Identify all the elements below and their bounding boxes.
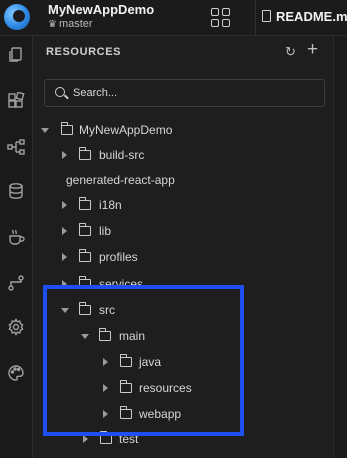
tree-item-label: MyNewAppDemo (79, 123, 173, 137)
tree-item-mynewappdemo[interactable]: MyNewAppDemo (33, 118, 333, 144)
activity-bar (0, 36, 33, 458)
files-icon[interactable] (7, 46, 25, 64)
folder-icon (79, 197, 91, 210)
folder-icon (61, 122, 73, 135)
folder-icon (79, 147, 91, 160)
title-bar: MyNewAppDemo ♛ master README.m (0, 0, 347, 36)
database-icon[interactable] (7, 182, 25, 200)
chevron-right-icon[interactable] (62, 201, 67, 209)
folder-icon (79, 223, 91, 236)
highlight-box (43, 285, 244, 436)
apps-grid-button[interactable] (211, 8, 231, 28)
chevron-right-icon[interactable] (62, 151, 67, 159)
tree-item-profiles[interactable]: profiles (33, 245, 333, 271)
search-box (44, 79, 325, 107)
refresh-icon[interactable]: ↻ (285, 44, 296, 60)
add-resource-button[interactable]: + (307, 40, 318, 59)
tree-item-label: i18n (99, 198, 122, 212)
panel-title: RESOURCES (46, 46, 122, 58)
chevron-right-icon[interactable] (62, 227, 67, 235)
tab-divider (255, 0, 256, 36)
tree-item-label: lib (99, 224, 112, 238)
folder-icon (79, 249, 91, 262)
file-icon (262, 10, 271, 22)
editor-gutter (334, 36, 347, 458)
coffee-icon[interactable] (7, 228, 25, 246)
editor-tab-label: README.m (276, 9, 347, 24)
palette-icon[interactable] (7, 364, 25, 382)
blocks-icon[interactable] (7, 92, 25, 110)
chevron-right-icon[interactable] (83, 435, 88, 443)
tree-item-i18n[interactable]: i18n (33, 193, 333, 219)
tree-item-lib[interactable]: lib (33, 219, 333, 245)
search-input[interactable] (73, 84, 313, 102)
branch-label: master (58, 18, 93, 30)
tree-item-label: profiles (99, 250, 138, 264)
search-icon (55, 87, 65, 97)
gear-icon[interactable] (7, 318, 25, 336)
crown-icon: ♛ (48, 19, 57, 30)
chevron-right-icon[interactable] (62, 253, 67, 261)
flow-icon[interactable] (7, 274, 25, 292)
app-title: MyNewAppDemo (48, 2, 155, 17)
branch-indicator[interactable]: ♛ master (48, 18, 93, 30)
chevron-down-icon[interactable] (41, 128, 49, 133)
app-logo-icon (4, 4, 30, 30)
tree-item-generated-react-app[interactable]: generated-react-app (33, 168, 333, 194)
tree-item-label: generated-react-app (66, 173, 175, 187)
tree-item-build-src[interactable]: build-src (33, 143, 333, 169)
tree-item-label: build-src (99, 148, 145, 162)
diagram-icon[interactable] (7, 138, 25, 156)
editor-tab-readme[interactable]: README.m (262, 9, 347, 24)
